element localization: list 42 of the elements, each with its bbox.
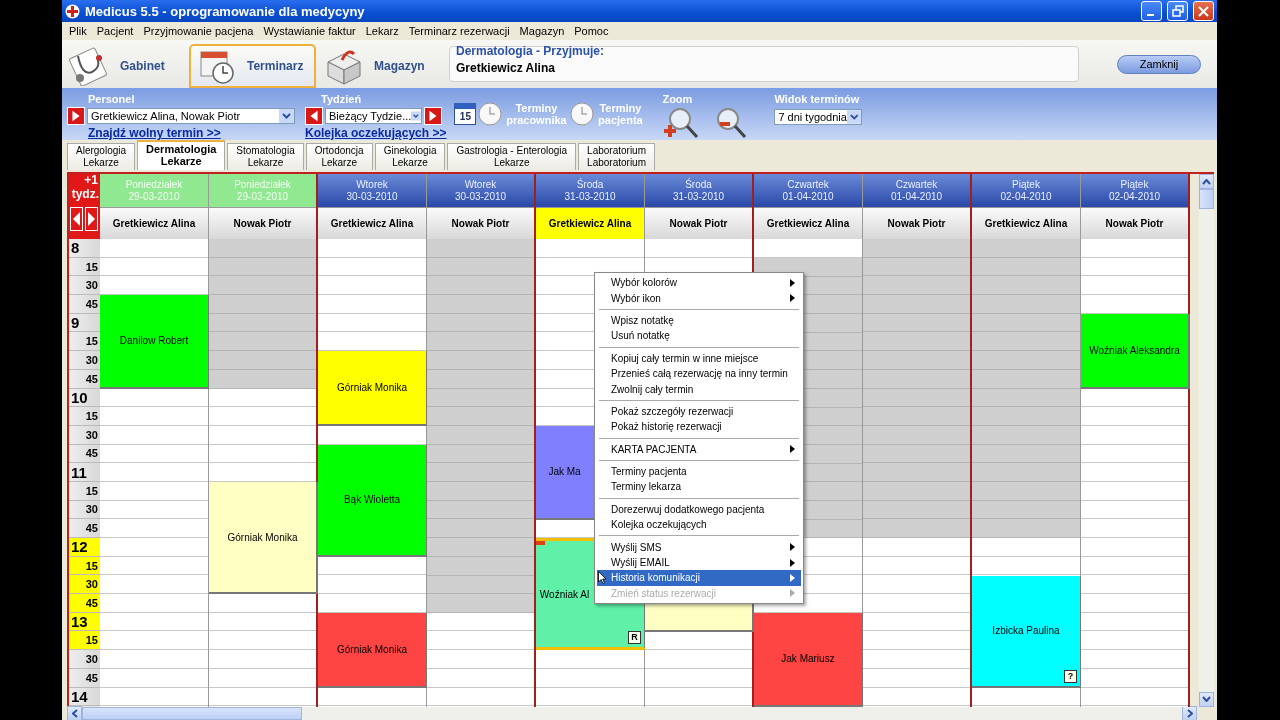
patient-name: Danilow Robert [119,335,189,347]
view-label: Widok terminów [774,93,861,107]
doctor-name: Gretkiewicz Alina [456,60,556,75]
day-header: Piątek 02-04-2010 [1081,174,1188,207]
time-label: 45 [69,594,100,613]
day-header: Środa 31-03-2010 [645,174,752,207]
day-header: Piątek 02-04-2010 [972,174,1080,207]
patient-name: Górniak Monika [337,643,407,655]
time-label: 45 [69,519,100,538]
patient-name: Jak Mariusz [781,653,835,665]
patient-name: Woźniak Aleksandra [1089,344,1180,356]
time-label: 8 [69,239,100,258]
time-label: 30 [69,276,100,296]
week-label: Tydzień [321,93,363,107]
patient-name: Górniak Monika [227,531,298,543]
zoom-label: Zoom [662,93,694,107]
patient-name: Izbicka Paulina [992,625,1060,637]
personnel-label: Personel [88,93,136,107]
time-label: 45 [69,295,100,314]
status-badge: R [628,631,641,645]
window-title: Medicus 5.5 - oprogramowanie dla medycyny [85,3,366,19]
day-header: Czwartek 01-04-2010 [863,174,970,207]
time-label: 15 [69,332,100,352]
time-label: 30 [69,351,100,370]
day-header: Wtorek 30-03-2010 [318,174,426,207]
time-label: 12 [69,538,100,557]
day-header: Poniedziałek 29-03-2010 [100,174,208,207]
day-header: Wtorek 30-03-2010 [427,174,534,207]
time-label: 15 [69,407,100,426]
patient-name: Woźniak Al [539,588,590,600]
patient-name: Górniak Monika [337,382,407,394]
time-label: 15 [69,631,100,651]
day-header: Czwartek 01-04-2010 [754,174,862,207]
day-header: Poniedziałek 29-03-2010 [209,174,316,207]
day-header: Środa 31-03-2010 [536,174,644,207]
department-heading: Dermatologia - Przyjmuje: [456,43,606,58]
patient-name: Bąk Wioletta [343,494,401,506]
time-label: 11 [69,463,100,482]
patient-name: Jak Ma [548,466,581,478]
time-label: 30 [69,650,100,669]
status-badge: ? [1064,669,1077,683]
time-label: 30 [69,575,100,595]
